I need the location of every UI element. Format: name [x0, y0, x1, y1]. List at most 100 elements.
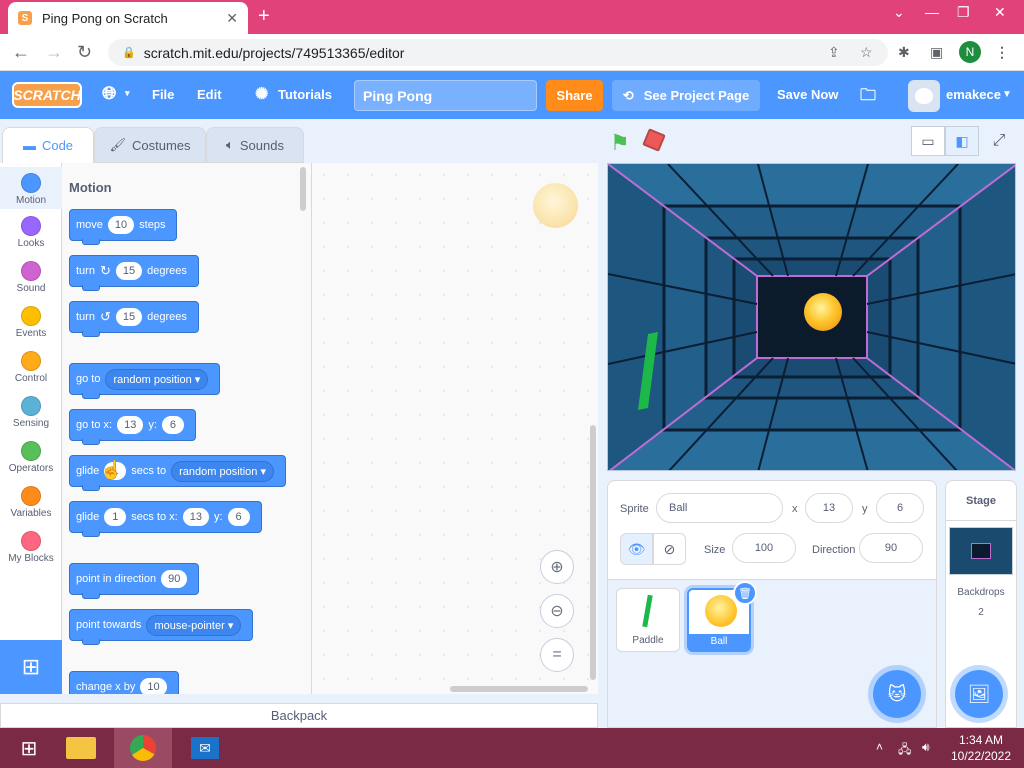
category-events[interactable]: Events	[0, 306, 62, 339]
script-vertical-scrollbar[interactable]	[590, 425, 596, 680]
sprite-tile-paddle[interactable]: Paddle	[616, 588, 680, 652]
green-flag-icon[interactable]: ⚑	[610, 130, 630, 156]
taskbar-chrome[interactable]	[114, 728, 172, 768]
normal-stage-button[interactable]: ◧	[945, 126, 979, 156]
tab-code[interactable]: ▬ Code	[2, 127, 94, 163]
tab-costumes[interactable]: 🖌︎ Costumes	[94, 127, 206, 163]
x-input[interactable]: 13	[182, 508, 209, 526]
block-go-to-xy[interactable]: go to x: 13 y: 6	[69, 409, 196, 445]
extensions-icon[interactable]: ✱	[898, 44, 910, 61]
x-input[interactable]: 13	[117, 416, 144, 434]
category-sensing[interactable]: Sensing	[0, 396, 62, 429]
category-control[interactable]: Control	[0, 351, 62, 384]
volume-icon[interactable]: 🔊︎	[922, 740, 930, 755]
tutorials-lightbulb-icon[interactable]: ✺	[255, 84, 268, 104]
sprite-x-input[interactable]: 13	[805, 493, 853, 523]
my-stuff-folder-icon[interactable]: 🗀	[860, 84, 876, 111]
close-tab-icon[interactable]: ✕	[226, 10, 238, 27]
sprite-name-input[interactable]: Ball	[656, 493, 783, 523]
tab-sounds[interactable]: 🔈︎ Sounds	[206, 127, 304, 163]
stage-ball-sprite[interactable]	[804, 293, 842, 331]
delete-sprite-icon[interactable]: 🗑︎	[733, 581, 757, 605]
block-go-to[interactable]: go to random position	[69, 363, 221, 399]
hide-sprite-button[interactable]: ⊘	[653, 533, 686, 565]
scratch-logo[interactable]: SCRATCH	[12, 82, 82, 108]
fullscreen-button[interactable]: ⤢	[982, 126, 1016, 156]
choose-backdrop-button[interactable]: 🖼︎	[955, 670, 1003, 718]
close-window-icon[interactable]: ✕	[994, 4, 1006, 21]
taskbar-mail[interactable]: ✉	[176, 728, 234, 768]
block-change-x[interactable]: change x by 10	[69, 671, 179, 694]
chrome-menu-icon[interactable]: ⋮	[995, 44, 1009, 61]
project-title-input[interactable]: Ping Pong	[354, 80, 537, 111]
sprite-size-input[interactable]: 100	[732, 533, 796, 563]
point-towards-dropdown[interactable]: mouse-pointer	[146, 614, 242, 636]
y-input[interactable]: 6	[227, 508, 250, 526]
go-to-target-dropdown[interactable]: random position	[105, 368, 209, 390]
block-turn-left[interactable]: turn ↺ 15 degrees	[69, 301, 199, 337]
secs-input[interactable]: 1	[104, 508, 127, 526]
category-looks[interactable]: Looks	[0, 216, 62, 249]
palette-scrollbar[interactable]	[300, 167, 306, 211]
script-horizontal-scrollbar[interactable]	[450, 686, 588, 692]
block-point-in-direction[interactable]: point in direction 90	[69, 563, 200, 599]
profile-avatar[interactable]: N	[959, 41, 981, 63]
back-icon[interactable]: ←	[12, 42, 30, 62]
steps-input[interactable]: 10	[107, 216, 135, 234]
taskbar-file-explorer[interactable]	[52, 728, 110, 768]
share-page-icon[interactable]: ⇪	[828, 44, 840, 61]
username[interactable]: emakece	[946, 87, 1001, 102]
zoom-reset-button[interactable]: =	[540, 638, 574, 672]
taskbar-clock[interactable]: 1:34 AM 10/22/2022	[946, 732, 1016, 764]
category-sound[interactable]: Sound	[0, 261, 62, 294]
new-tab-icon[interactable]: +	[258, 6, 270, 26]
zoom-in-button[interactable]: ⊕	[540, 550, 574, 584]
small-stage-button[interactable]: ▭	[911, 126, 945, 156]
degrees-input[interactable]: 15	[115, 308, 143, 326]
bookmark-star-icon[interactable]: ☆	[860, 44, 873, 61]
category-variables[interactable]: Variables	[0, 486, 62, 519]
network-icon[interactable]: 🖧︎	[898, 740, 911, 761]
sprite-y-input[interactable]: 6	[876, 493, 924, 523]
reload-icon[interactable]: ↻	[77, 42, 92, 62]
block-move-steps[interactable]: move 10 steps	[69, 209, 178, 245]
side-panel-icon[interactable]: ▣	[930, 44, 943, 61]
file-menu[interactable]: File	[152, 87, 174, 102]
language-caret-icon[interactable]: ▾	[125, 88, 130, 99]
show-sprite-button[interactable]: 👁︎	[620, 533, 653, 565]
stage-canvas[interactable]	[607, 163, 1016, 471]
tab-search-icon[interactable]: ⌄	[893, 4, 905, 21]
y-input[interactable]: 6	[161, 416, 184, 434]
tutorials-button[interactable]: Tutorials	[278, 87, 332, 102]
add-extension-button[interactable]: ⊞	[0, 640, 62, 694]
choose-sprite-button[interactable]: 🐱︎	[873, 670, 921, 718]
share-button[interactable]: Share	[546, 80, 603, 111]
show-hidden-icons-icon[interactable]: ˄	[876, 740, 883, 754]
start-button[interactable]: ⊞	[0, 728, 58, 768]
block-point-towards[interactable]: point towards mouse-pointer	[69, 609, 254, 645]
stop-sign-icon[interactable]	[642, 128, 666, 152]
category-operators[interactable]: Operators	[0, 441, 62, 474]
language-globe-icon[interactable]: 🌐︎	[102, 83, 116, 104]
lock-icon[interactable]: 🔒	[122, 46, 136, 59]
browser-tab[interactable]: S Ping Pong on Scratch ✕	[8, 2, 248, 34]
account-caret-icon[interactable]: ▼	[1002, 89, 1012, 100]
direction-input[interactable]: 90	[161, 570, 188, 588]
block-turn-right[interactable]: turn ↻ 15 degrees	[69, 255, 199, 291]
user-avatar[interactable]	[908, 80, 940, 112]
category-motion[interactable]: Motion	[0, 167, 62, 209]
see-project-page-button[interactable]: ⟲ See Project Page	[612, 80, 760, 111]
edit-menu[interactable]: Edit	[197, 87, 222, 102]
block-glide-xy[interactable]: glide 1 secs to x: 13 y: 6	[69, 501, 262, 537]
backpack-bar[interactable]: Backpack	[0, 703, 598, 728]
minimize-icon[interactable]: —	[925, 4, 939, 20]
change-x-input[interactable]: 10	[140, 678, 167, 694]
zoom-out-button[interactable]: ⊖	[540, 594, 574, 628]
forward-icon[interactable]: →	[45, 42, 63, 62]
restore-icon[interactable]: ❐	[957, 4, 970, 21]
glide-target-dropdown[interactable]: random position	[171, 460, 274, 482]
address-bar[interactable]: 🔒 scratch.mit.edu/projects/749513365/edi…	[108, 39, 888, 66]
save-now-button[interactable]: Save Now	[777, 87, 838, 102]
category-my-blocks[interactable]: My Blocks	[0, 531, 62, 564]
sprite-direction-input[interactable]: 90	[859, 533, 923, 563]
